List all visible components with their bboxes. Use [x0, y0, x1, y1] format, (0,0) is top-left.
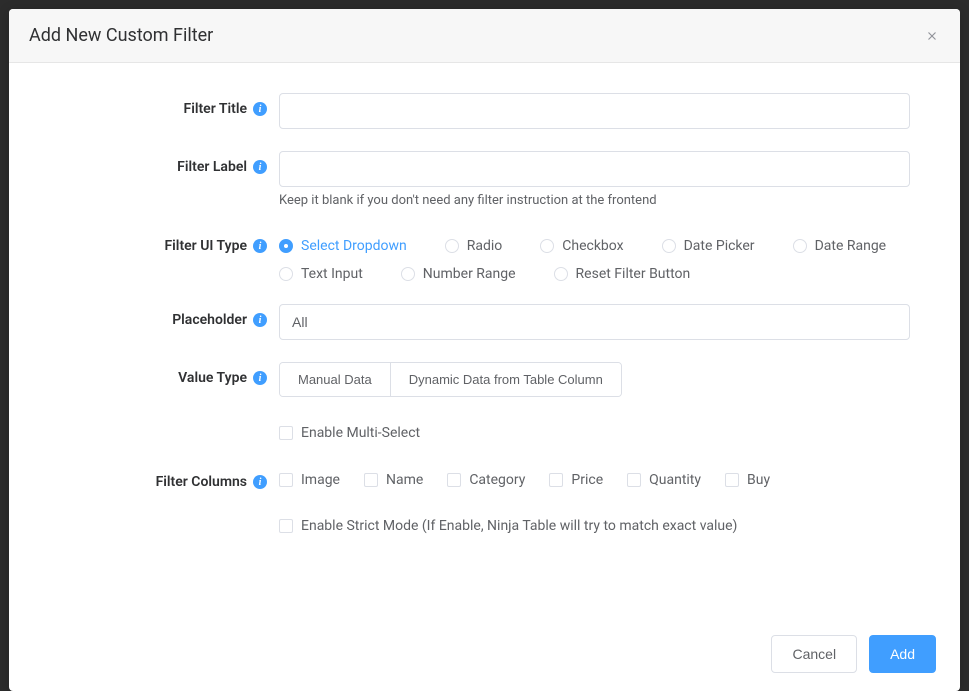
checkbox-column-price[interactable]: Price [549, 472, 603, 488]
checkbox-enable-multi-select[interactable]: Enable Multi-Select [279, 425, 420, 441]
radio-date-picker[interactable]: Date Picker [662, 238, 755, 254]
checkbox-icon [364, 473, 378, 487]
close-button[interactable] [924, 28, 940, 44]
radio-dot-icon [279, 267, 293, 281]
value-type-button-group: Manual Data Dynamic Data from Table Colu… [279, 362, 622, 397]
row-multi-select: Enable Multi-Select [49, 419, 920, 444]
ui-type-radio-group: Select Dropdown Radio Checkbox Date Pick… [279, 230, 910, 282]
checkbox-icon [279, 519, 293, 533]
add-custom-filter-modal: Add New Custom Filter Filter Title i Fil… [9, 9, 960, 691]
radio-dot-icon [445, 239, 459, 253]
info-icon[interactable]: i [253, 371, 267, 385]
row-filter-title: Filter Title i [49, 93, 920, 129]
checkbox-column-buy[interactable]: Buy [725, 472, 770, 488]
checkbox-icon [627, 473, 641, 487]
filter-title-input[interactable] [279, 93, 910, 129]
placeholder-input[interactable] [279, 304, 910, 340]
checkbox-icon [725, 473, 739, 487]
radio-select-dropdown[interactable]: Select Dropdown [279, 238, 407, 254]
info-icon[interactable]: i [253, 313, 267, 327]
info-icon[interactable]: i [253, 102, 267, 116]
radio-dot-icon [401, 267, 415, 281]
checkbox-icon [279, 426, 293, 440]
checkbox-column-name[interactable]: Name [364, 472, 423, 488]
label-filter-label: Filter Label i [49, 151, 279, 175]
modal-title: Add New Custom Filter [29, 25, 213, 46]
label-filter-ui-type: Filter UI Type i [49, 230, 279, 254]
row-value-type: Value Type i Manual Data Dynamic Data fr… [49, 362, 920, 397]
modal-header: Add New Custom Filter [9, 9, 960, 63]
label-value-type: Value Type i [49, 362, 279, 386]
checkbox-column-category[interactable]: Category [447, 472, 525, 488]
radio-dot-icon [554, 267, 568, 281]
radio-reset-filter-button[interactable]: Reset Filter Button [554, 266, 691, 282]
label-filter-title: Filter Title i [49, 93, 279, 117]
info-icon[interactable]: i [253, 475, 267, 489]
add-button[interactable]: Add [869, 635, 936, 673]
checkbox-icon [549, 473, 563, 487]
modal-footer: Cancel Add [9, 621, 960, 691]
info-icon[interactable]: i [253, 239, 267, 253]
checkbox-column-quantity[interactable]: Quantity [627, 472, 701, 488]
radio-dot-icon [540, 239, 554, 253]
info-icon[interactable]: i [253, 160, 267, 174]
filter-label-input[interactable] [279, 151, 910, 187]
label-placeholder: Placeholder i [49, 304, 279, 328]
checkbox-enable-strict-mode[interactable]: Enable Strict Mode (If Enable, Ninja Tab… [279, 518, 737, 534]
value-type-dynamic[interactable]: Dynamic Data from Table Column [390, 363, 621, 396]
close-icon [925, 29, 939, 43]
label-filter-columns: Filter Columns i [49, 466, 279, 490]
checkbox-column-image[interactable]: Image [279, 472, 340, 488]
radio-checkbox[interactable]: Checkbox [540, 238, 623, 254]
row-filter-label: Filter Label i Keep it blank if you don'… [49, 151, 920, 208]
cancel-button[interactable]: Cancel [771, 635, 857, 673]
row-filter-columns: Filter Columns i Image Name Category [49, 466, 920, 490]
row-filter-ui-type: Filter UI Type i Select Dropdown Radio [49, 230, 920, 282]
radio-number-range[interactable]: Number Range [401, 266, 516, 282]
checkbox-icon [279, 473, 293, 487]
radio-text-input[interactable]: Text Input [279, 266, 363, 282]
filter-label-helper: Keep it blank if you don't need any filt… [279, 193, 910, 208]
radio-radio[interactable]: Radio [445, 238, 503, 254]
filter-columns-group: Image Name Category Price [279, 466, 910, 488]
value-type-manual[interactable]: Manual Data [280, 363, 390, 396]
row-strict-mode: Enable Strict Mode (If Enable, Ninja Tab… [49, 512, 920, 537]
radio-dot-icon [662, 239, 676, 253]
radio-dot-icon [793, 239, 807, 253]
row-placeholder: Placeholder i [49, 304, 920, 340]
radio-date-range[interactable]: Date Range [793, 238, 887, 254]
radio-dot-icon [279, 239, 293, 253]
modal-body: Filter Title i Filter Label i Keep it bl… [9, 63, 960, 621]
checkbox-icon [447, 473, 461, 487]
